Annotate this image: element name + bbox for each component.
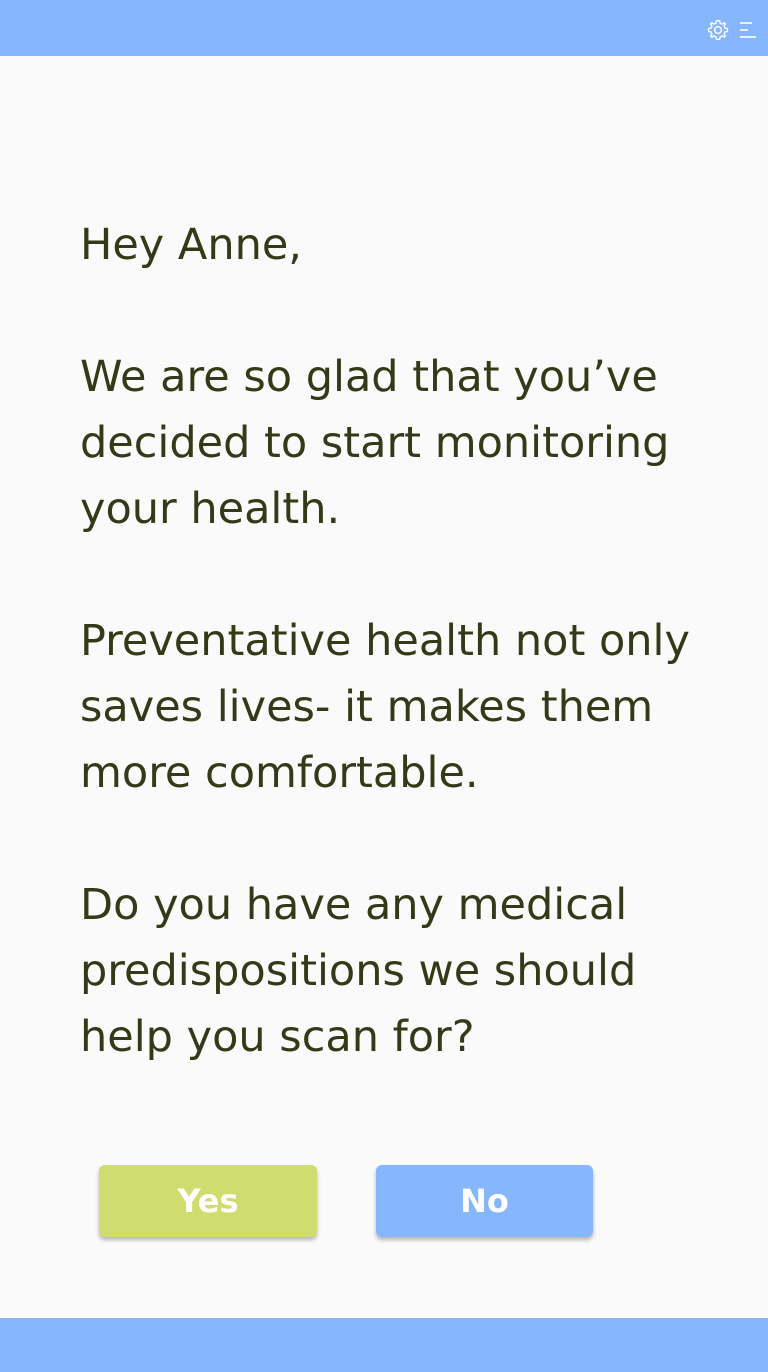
no-button[interactable]: No — [376, 1165, 593, 1237]
top-bar — [0, 0, 768, 56]
preventative-paragraph: Preventative health not only saves lives… — [80, 616, 690, 798]
welcome-message: Hey Anne, We are so glad that you’ve dec… — [80, 212, 720, 1136]
bottom-bar — [0, 1318, 768, 1372]
gear-icon[interactable] — [706, 18, 730, 42]
intro-paragraph: We are so glad that you’ve decided to st… — [80, 352, 670, 534]
yes-button[interactable]: Yes — [99, 1165, 317, 1237]
menu-icon[interactable] — [738, 20, 758, 40]
greeting: Hey Anne, — [80, 220, 302, 270]
question-text: Do you have any medical predispositions … — [80, 880, 637, 1062]
